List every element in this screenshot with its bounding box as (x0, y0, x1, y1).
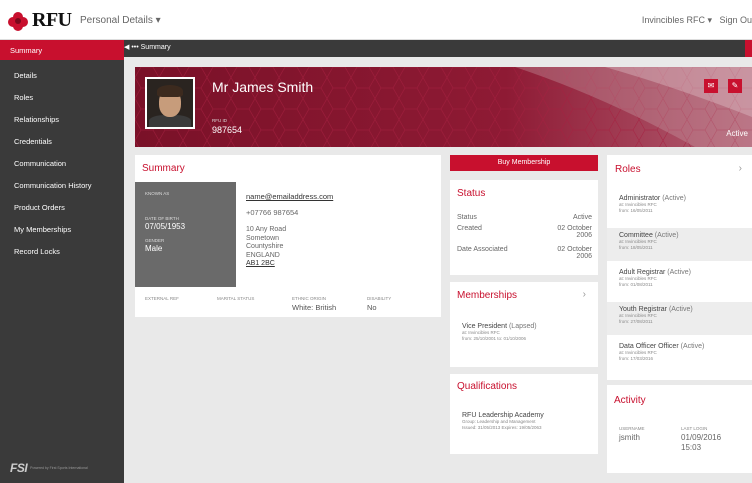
collapse-sidebar-icon[interactable]: ◀ ••• (124, 44, 139, 51)
last-login-value: 01/09/2016 15:03 (681, 433, 722, 452)
chevron-right-icon[interactable]: › (583, 289, 586, 300)
rfu-logo[interactable]: RFU (8, 9, 72, 32)
sidebar-item-summary[interactable]: Summary (0, 40, 124, 60)
pencil-icon: ✎ (731, 81, 739, 90)
rfu-id-value: 987654 (212, 125, 243, 135)
disability-value: No (367, 303, 377, 312)
personal-details-menu[interactable]: Personal Details ▾ (80, 15, 161, 26)
phone-value: +07766 987654 (246, 208, 299, 217)
profile-header: Mr James Smith RFU ID 987654 ✉ ✎ Active (135, 67, 752, 147)
roles-card: Roles › Administrator (Active) at: Invin… (607, 155, 752, 380)
qualifications-card: Qualifications RFU Leadership Academy Gr… (450, 374, 598, 454)
address-block: 10 Any Road Sometown Countyshire ENGLAND… (246, 226, 333, 269)
status-value: Active (572, 214, 592, 221)
sidebar-item-record-locks[interactable]: Record Locks (0, 241, 124, 263)
rfu-id-label: RFU ID (212, 118, 227, 123)
contact-details: name@emailaddress.com +07766 987654 10 A… (246, 182, 333, 269)
status-badge: Active (726, 129, 748, 138)
envelope-icon: ✉ (707, 81, 715, 90)
gender-value: Male (145, 244, 163, 253)
dob-value: 07/05/1953 (145, 222, 186, 231)
breadcrumb-accent (745, 40, 752, 57)
created-value: 02 October 2006 (557, 225, 592, 239)
card-title: Activity (614, 395, 646, 406)
buy-membership-button[interactable]: Buy Membership (450, 155, 598, 171)
sign-out-link[interactable]: Sign Ou (719, 15, 752, 25)
card-title: Memberships (457, 290, 518, 301)
club-selector[interactable]: Invincibles RFC ▾ (642, 15, 712, 26)
role-item[interactable]: Data Officer Officer (Active) at: Invinc… (607, 339, 752, 372)
summary-key-facts: KNOWN AS DATE OF BIRTH 07/05/1953 GENDER… (135, 182, 236, 287)
breadcrumb-current: Summary (140, 44, 171, 51)
rose-icon (8, 11, 28, 31)
top-bar: RFU Personal Details ▾ Invincibles RFC ▾… (0, 0, 752, 40)
qualification-item[interactable]: RFU Leadership Academy Group: Leadership… (462, 412, 544, 431)
membership-item[interactable]: Vice President (Lapsed) at: Invincibles … (462, 323, 537, 342)
role-item[interactable]: Administrator (Active) at: Invincibles R… (607, 191, 752, 224)
sidebar-item-my-memberships[interactable]: My Memberships (0, 219, 124, 241)
card-title: Status (457, 188, 486, 199)
sidebar-item-relationships[interactable]: Relationships (0, 109, 124, 131)
chevron-down-icon: ▾ (155, 15, 161, 26)
role-item[interactable]: Committee (Active) at: Invincibles RFC fr… (607, 228, 752, 261)
sidebar-item-communication[interactable]: Communication (0, 153, 124, 175)
email-button[interactable]: ✉ (704, 79, 718, 93)
username-value: jsmith (619, 433, 640, 442)
sidebar-item-details[interactable]: Details (0, 65, 124, 87)
postcode-link[interactable]: AB1 2BC (246, 260, 333, 269)
chevron-right-icon[interactable]: › (739, 163, 742, 174)
activity-card: Activity USERNAME jsmith LAST LOGIN 01/0… (607, 385, 752, 473)
breadcrumb: ◀ ••• Summary (124, 40, 752, 57)
fsi-logo: FSI Powered by First Sports Internationa… (10, 461, 88, 475)
edit-button[interactable]: ✎ (728, 79, 742, 93)
memberships-card: Memberships › Vice President (Lapsed) at… (450, 282, 598, 367)
assoc-value: 02 October 2006 (557, 246, 592, 260)
role-item[interactable]: Youth Registrar (Active) at: Invincibles… (607, 302, 752, 335)
role-item[interactable]: Adult Registrar (Active) at: Invincibles… (607, 265, 752, 298)
sidebar-item-product-orders[interactable]: Product Orders (0, 197, 124, 219)
sidebar-item-communication-history[interactable]: Communication History (0, 175, 124, 197)
sidebar-item-roles[interactable]: Roles (0, 87, 124, 109)
sidebar: Summary Details Roles Relationships Cred… (0, 40, 124, 483)
card-title: Summary (142, 163, 185, 174)
card-title: Qualifications (457, 381, 518, 392)
profile-name: Mr James Smith (212, 79, 314, 95)
ethnic-value: White: British (292, 303, 337, 312)
status-card: Status Status Active Created 02 October 2… (450, 180, 598, 275)
sidebar-item-credentials[interactable]: Credentials (0, 131, 124, 153)
email-link[interactable]: name@emailaddress.com (246, 192, 333, 201)
logo-text: RFU (32, 9, 72, 31)
chevron-down-icon: ▾ (707, 15, 712, 25)
card-title: Roles (615, 164, 641, 175)
summary-card: Summary KNOWN AS DATE OF BIRTH 07/05/195… (135, 155, 441, 317)
avatar[interactable] (145, 77, 195, 129)
